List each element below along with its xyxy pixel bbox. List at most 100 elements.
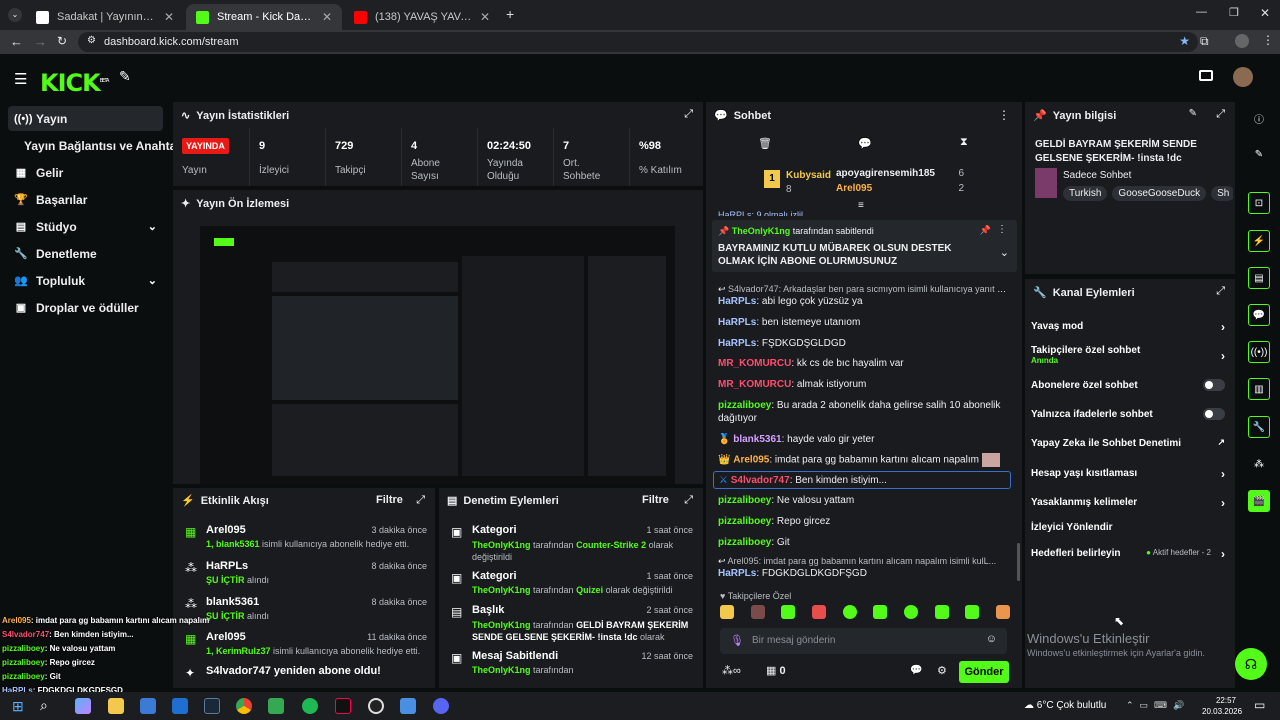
sidebar-item-stream-key[interactable]: Yayın Bağlantısı ve Anahtarı	[8, 133, 184, 158]
info-icon[interactable]: ⓘ	[1248, 107, 1270, 129]
profile-icon[interactable]	[1235, 34, 1249, 48]
emote-icon[interactable]	[995, 605, 1010, 619]
chat-username[interactable]: blank5361	[733, 434, 781, 445]
browser-tab-2[interactable]: Stream - Kick Dashboard ✕	[186, 4, 342, 30]
emote-icon[interactable]	[720, 605, 734, 619]
community-icon[interactable]: ⁂	[1248, 453, 1270, 475]
stream-preview-video[interactable]	[200, 216, 675, 484]
sidebar-item-drops[interactable]: ▣ Droplar ve ödüller	[8, 295, 163, 320]
tab-search-icon[interactable]: ⌄	[8, 8, 22, 22]
account-age-row[interactable]: Hesap yaşı kısıtlaması ›	[1031, 467, 1225, 481]
chat-settings-icon[interactable]: ⚙	[937, 664, 947, 677]
expand-icon[interactable]: ⤢	[684, 108, 693, 121]
pinned-menu-icon[interactable]: ⋮	[997, 224, 1007, 235]
emote-icon[interactable]	[842, 605, 857, 619]
emote-icon[interactable]	[934, 605, 949, 619]
chat-username[interactable]: HaRPLs	[718, 568, 756, 579]
clapperboard-icon[interactable]: 🎬	[1248, 490, 1270, 512]
hourglass-icon[interactable]: ⧗	[960, 136, 968, 149]
tag[interactable]: Turkish	[1063, 186, 1108, 201]
slow-mode-row[interactable]: Yavaş mod ›	[1031, 320, 1225, 334]
windows-start-icon[interactable]: ⊞	[12, 698, 24, 715]
chat-username[interactable]: S4lvador747	[731, 475, 790, 486]
forward-icon[interactable]: →	[34, 34, 47, 49]
edit-icon[interactable]: ✎	[1189, 108, 1197, 119]
network-app-icon[interactable]	[400, 698, 416, 714]
sidebar-item-moderation[interactable]: 🔧 Denetleme	[8, 241, 163, 266]
gift-points[interactable]: ▦ 0	[766, 664, 786, 677]
chat-username[interactable]: pizzaliboey	[718, 495, 771, 506]
banned-words-row[interactable]: Yasaklanmış kelimeler ›	[1031, 496, 1225, 510]
emote-icon[interactable]	[903, 605, 918, 619]
theater-mode-icon[interactable]	[1199, 70, 1213, 81]
host-viewer-row[interactable]: İzleyici Yönlendir	[1031, 522, 1225, 533]
subscriber-only-chat-row[interactable]: Abonelere özel sohbet	[1031, 379, 1225, 391]
sidebar-item-stream[interactable]: ((•)) Yayın	[8, 106, 163, 131]
tray-icons[interactable]: ⌃▭⌨🔊	[1126, 700, 1190, 711]
send-button[interactable]: Gönder	[959, 661, 1009, 683]
expand-icon[interactable]: ⤢	[1216, 285, 1225, 298]
sidebar-item-studio[interactable]: ▤ Stüdyo ⌄	[8, 214, 163, 239]
close-icon[interactable]: ✕	[164, 10, 174, 24]
chat-username[interactable]: MR_KOMURCU	[718, 358, 791, 369]
chat-username[interactable]: MR_KOMURCU	[718, 379, 791, 390]
tiktok-icon[interactable]	[335, 698, 351, 714]
bookmark-star-icon[interactable]: ★	[1179, 34, 1190, 48]
chat-username[interactable]: pizzaliboey	[718, 537, 771, 548]
chrome-icon[interactable]	[236, 698, 252, 714]
search-icon[interactable]: ⌕	[40, 697, 48, 714]
chat-scrollbar[interactable]	[1017, 543, 1020, 581]
sidebar-item-achievements[interactable]: 🏆 Başarılar	[8, 187, 163, 212]
url-bar[interactable]: ⚙ dashboard.kick.com/stream ★	[78, 32, 1198, 52]
emote-icon[interactable]	[965, 605, 980, 619]
emoji-icon[interactable]: ☺	[986, 633, 997, 645]
close-icon[interactable]: ✕	[480, 10, 490, 24]
chat-username[interactable]: HaRPLs	[718, 296, 756, 307]
steam-icon[interactable]	[204, 698, 220, 714]
reload-icon[interactable]: ↻	[57, 34, 67, 48]
activity-filter-button[interactable]: Filtre	[376, 494, 403, 506]
minimize-icon[interactable]: —	[1196, 6, 1207, 18]
new-tab-icon[interactable]: +	[506, 6, 514, 22]
site-info-icon[interactable]: ⚙	[87, 35, 96, 46]
chat-username[interactable]: Arel095	[733, 455, 769, 466]
expand-icon[interactable]: ⤢	[416, 494, 425, 507]
file-explorer-icon[interactable]	[108, 698, 124, 714]
hamburger-icon[interactable]: ☰	[14, 70, 27, 88]
back-icon[interactable]: ←	[10, 34, 23, 49]
chat-menu-icon[interactable]: ⋮	[998, 108, 1010, 122]
browser-tab-3[interactable]: (138) YAVAŞ YAVAŞ GELİŞİYORU ✕	[344, 4, 500, 30]
unpin-icon[interactable]: 📌	[980, 225, 991, 236]
stats-icon[interactable]: ▥	[1248, 378, 1270, 400]
chat-username[interactable]: pizzaliboey	[718, 516, 771, 527]
support-headset-icon[interactable]: ☊	[1235, 648, 1267, 680]
screenshot-icon[interactable]: ⊡	[1248, 192, 1270, 214]
emote-icon[interactable]	[873, 605, 888, 619]
sidebar-item-community[interactable]: 👥 Topluluk ⌄	[8, 268, 163, 293]
chat-username[interactable]: pizzaliboey	[718, 400, 771, 411]
window-close-icon[interactable]: ✕	[1260, 6, 1270, 20]
expand-icon[interactable]: ⤢	[1216, 108, 1225, 121]
store-icon[interactable]	[140, 698, 156, 714]
wrench-icon[interactable]: 🔧	[1248, 416, 1270, 438]
spotify-icon[interactable]	[302, 698, 318, 714]
kick-logo[interactable]: KICKBETA	[40, 69, 109, 97]
copilot-icon[interactable]	[75, 698, 91, 714]
outlook-icon[interactable]	[172, 698, 188, 714]
moderation-filter-button[interactable]: Filtre	[642, 494, 669, 506]
toggle-switch[interactable]	[1203, 379, 1225, 391]
bolt-icon[interactable]: ⚡	[1248, 230, 1270, 252]
chat-username[interactable]: HaRPLs	[718, 338, 756, 349]
document-icon[interactable]: ▤	[1248, 267, 1270, 289]
chat-bubble-tool-icon[interactable]: 💬	[858, 137, 872, 150]
notification-icon[interactable]: ▭	[1254, 698, 1265, 712]
emote-icon[interactable]	[781, 605, 796, 619]
ai-moderation-row[interactable]: Yapay Zeka ile Sohbet Denetimi ↗	[1031, 437, 1225, 449]
emote-only-chat-row[interactable]: Yalnızca ifadelerle sohbet	[1031, 408, 1225, 420]
mic-icon[interactable]: 🎙	[730, 634, 744, 647]
sheets-icon[interactable]	[268, 698, 284, 714]
tag[interactable]: GooseGooseDuck	[1112, 186, 1207, 201]
tools-icon[interactable]: ✎	[119, 68, 131, 85]
points-icon[interactable]: ⁂∞	[722, 664, 741, 677]
trash-icon[interactable]: 🗑	[758, 137, 772, 150]
